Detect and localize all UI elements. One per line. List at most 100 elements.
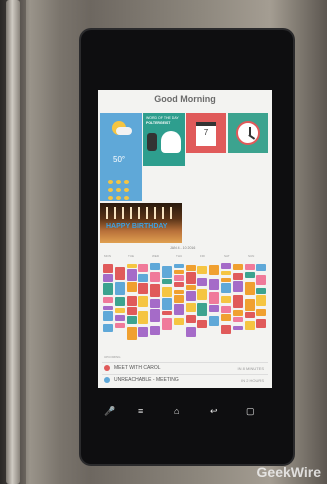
calendar-event-block[interactable] — [103, 283, 113, 295]
calendar-event-block[interactable] — [150, 284, 161, 297]
calendar-event-block[interactable] — [232, 295, 243, 308]
calendar-event-block[interactable] — [185, 327, 196, 337]
calendar-event-block[interactable] — [197, 278, 208, 286]
calendar-event-block[interactable] — [138, 311, 149, 324]
calendar-event-block[interactable] — [173, 282, 184, 287]
calendar-event-block[interactable] — [150, 263, 161, 270]
calendar-event-block[interactable] — [197, 320, 208, 328]
calendar-event-block[interactable] — [150, 299, 161, 308]
menu-icon[interactable]: ≡ — [138, 406, 143, 416]
calendar-event-block[interactable] — [209, 305, 220, 312]
calendar-event-block[interactable] — [103, 274, 113, 282]
calendar-event-block[interactable] — [162, 318, 172, 330]
calendar-event-block[interactable] — [232, 317, 243, 322]
calendar-event-block[interactable] — [126, 264, 137, 268]
calendar-event-block[interactable] — [114, 282, 125, 295]
calendar-event-block[interactable] — [244, 312, 255, 318]
memo-tile[interactable]: WORD OF THE DAY POLTERGEIST — [143, 113, 185, 166]
calendar-event-block[interactable] — [221, 283, 231, 293]
calendar-event-block[interactable] — [173, 295, 184, 303]
calendar-event-block[interactable] — [150, 272, 161, 282]
calendar-event-block[interactable] — [256, 319, 267, 328]
calendar-event-block[interactable] — [162, 311, 172, 315]
calendar-event-block[interactable] — [244, 272, 255, 278]
calendar-event-block[interactable] — [256, 295, 267, 306]
calendar-event-block[interactable] — [138, 274, 149, 282]
calendar-event-block[interactable] — [209, 279, 220, 290]
calendar-event-block[interactable] — [185, 291, 196, 301]
calendar-event-block[interactable] — [126, 316, 137, 324]
mic-icon[interactable]: 🎤 — [104, 406, 115, 417]
calendar-event-block[interactable] — [244, 321, 255, 330]
calendar-event-block[interactable] — [138, 296, 149, 307]
calendar-event-block[interactable] — [221, 296, 231, 303]
calendar-event-block[interactable] — [232, 281, 243, 292]
calendar-event-block[interactable] — [232, 310, 243, 316]
calendar-event-block[interactable] — [138, 283, 149, 294]
calendar-event-block[interactable] — [232, 326, 243, 330]
calendar-event-block[interactable] — [126, 327, 137, 340]
calendar-event-block[interactable] — [114, 267, 125, 280]
calendar-event-block[interactable] — [221, 306, 231, 313]
back-icon[interactable]: ↩ — [210, 406, 218, 417]
calendar-event-block[interactable] — [173, 318, 184, 325]
calendar-event-block[interactable] — [256, 275, 267, 285]
calendar-events[interactable] — [100, 262, 270, 340]
calendar-event-block[interactable] — [185, 285, 196, 290]
calendar-event-block[interactable] — [209, 316, 220, 326]
calendar-event-block[interactable] — [138, 264, 149, 272]
calendar-event-block[interactable] — [185, 265, 196, 271]
calendar-event-block[interactable] — [173, 304, 184, 315]
clock-tile[interactable] — [228, 113, 268, 153]
calendar-event-block[interactable] — [232, 273, 243, 280]
calendar-event-block[interactable] — [221, 271, 231, 275]
calendar-event-block[interactable] — [114, 315, 125, 321]
calendar-event-block[interactable] — [162, 266, 172, 278]
calendar-event-block[interactable] — [150, 326, 161, 335]
calendar-event-block[interactable] — [209, 265, 220, 275]
schedule-item[interactable]: UNREACHABLE - MEETING IN 2 HOURS — [102, 374, 268, 385]
calendar-event-block[interactable] — [162, 279, 172, 284]
calendar-event-block[interactable] — [209, 292, 220, 304]
fridge-handle[interactable] — [6, 0, 20, 484]
photo-tile[interactable]: HAPPY BIRTHDAY — [100, 203, 182, 243]
calendar-event-block[interactable] — [173, 275, 184, 281]
calendar-event-block[interactable] — [103, 324, 113, 332]
home-icon[interactable]: ⌂ — [174, 406, 179, 416]
calendar-event-block[interactable] — [126, 296, 137, 306]
calendar-event-block[interactable] — [114, 297, 125, 306]
calendar-event-block[interactable] — [103, 306, 113, 310]
weather-tile[interactable]: 50° — [100, 113, 142, 201]
calendar-event-block[interactable] — [197, 289, 208, 300]
calendar-event-block[interactable] — [103, 311, 113, 321]
calendar-event-block[interactable] — [103, 297, 113, 303]
calendar-event-block[interactable] — [185, 303, 196, 312]
calendar-event-block[interactable] — [185, 272, 196, 284]
calendar-tile[interactable]: 7 — [186, 113, 226, 153]
schedule-item[interactable]: MEET WITH CAROL IN 8 MINUTES — [102, 362, 268, 373]
calendar-event-block[interactable] — [244, 264, 255, 270]
calendar-event-block[interactable] — [221, 314, 231, 321]
calendar-event-block[interactable] — [232, 264, 243, 270]
calendar-event-block[interactable] — [221, 278, 231, 282]
calendar-event-block[interactable] — [221, 263, 231, 269]
calendar-event-block[interactable] — [244, 299, 255, 311]
calendar-event-block[interactable] — [162, 287, 172, 297]
calendar-event-block[interactable] — [173, 264, 184, 268]
calendar-event-block[interactable] — [138, 327, 149, 337]
calendar-event-block[interactable] — [126, 269, 137, 281]
calendar-event-block[interactable] — [185, 315, 196, 323]
calendar-event-block[interactable] — [126, 282, 137, 292]
calendar-event-block[interactable] — [162, 298, 172, 310]
calendar-event-block[interactable] — [126, 307, 137, 315]
calendar-event-block[interactable] — [197, 303, 208, 316]
calendar-event-block[interactable] — [173, 290, 184, 294]
calendar-event-block[interactable] — [103, 264, 113, 273]
calendar-event-block[interactable] — [150, 309, 161, 322]
calendar-event-block[interactable] — [173, 270, 184, 274]
calendar-event-block[interactable] — [244, 282, 255, 295]
calendar-event-block[interactable] — [256, 264, 267, 271]
calendar-event-block[interactable] — [221, 325, 231, 334]
calendar-event-block[interactable] — [197, 266, 208, 274]
calendar-event-block[interactable] — [114, 323, 125, 328]
